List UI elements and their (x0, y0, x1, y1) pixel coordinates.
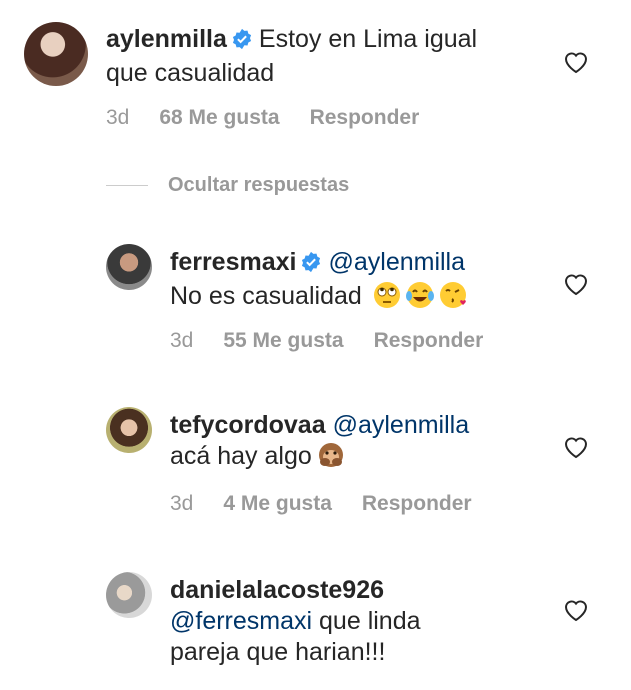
avatar[interactable] (106, 407, 152, 453)
comment-body: ferresmaxi @aylenmilla No es casualidad (170, 247, 469, 317)
comment-text-line1: Estoy en Lima igual (258, 25, 478, 53)
comment-body: aylenmilla Estoy en Lima igual que casual… (106, 24, 477, 89)
tears-of-joy-icon (405, 281, 435, 317)
hide-replies-label: Ocultar respuestas (168, 174, 350, 196)
verified-badge-icon (231, 27, 253, 58)
comment-meta: 3d 55 Me gusta Responder (170, 329, 483, 353)
verified-badge-icon (300, 250, 322, 281)
heart-icon[interactable] (563, 598, 589, 622)
username[interactable]: tefycordovaa (170, 411, 326, 439)
comment-text: No es casualidad (170, 282, 362, 310)
timestamp: 3d (170, 492, 194, 515)
speak-no-evil-monkey-icon (316, 441, 346, 477)
heart-icon[interactable] (563, 272, 589, 296)
username[interactable]: aylenmilla (106, 25, 227, 53)
heart-icon[interactable] (563, 50, 589, 74)
timestamp: 3d (106, 106, 130, 129)
reply-button[interactable]: Responder (310, 106, 420, 130)
mention-link[interactable]: @aylenmilla (333, 411, 470, 439)
comment-text: acá hay algo (170, 442, 312, 470)
comment-body: tefycordovaa @aylenmilla acá hay algo (170, 410, 469, 477)
avatar[interactable] (106, 244, 152, 290)
mention-link[interactable]: @aylenmilla (328, 248, 465, 276)
face-blowing-kiss-icon (439, 281, 469, 317)
avatar[interactable] (106, 572, 152, 618)
avatar[interactable] (24, 22, 88, 86)
hide-replies-button[interactable]: Ocultar respuestas (106, 174, 349, 197)
reply-button[interactable]: Responder (362, 492, 472, 516)
likes-count[interactable]: 68 Me gusta (159, 106, 279, 130)
mention-link[interactable]: @ferresmaxi (170, 607, 312, 635)
comment-text-line1: que linda (319, 607, 421, 635)
comment-meta: 3d 68 Me gusta Responder (106, 106, 419, 130)
username[interactable]: danielalacoste926 (170, 576, 384, 604)
comment-body: danielalacoste926 @ferresmaxi que linda … (170, 575, 421, 668)
likes-count[interactable]: 55 Me gusta (223, 329, 343, 353)
timestamp: 3d (170, 329, 194, 352)
heart-icon[interactable] (563, 435, 589, 459)
username[interactable]: ferresmaxi (170, 248, 296, 276)
face-rolling-eyes-icon (373, 281, 401, 317)
likes-count[interactable]: 4 Me gusta (223, 492, 332, 516)
divider-line (106, 185, 148, 186)
comment-text-line2: que casualidad (106, 59, 275, 87)
comment-meta: 3d 4 Me gusta Responder (170, 492, 472, 516)
reply-button[interactable]: Responder (374, 329, 484, 353)
comment-text-line2: pareja que harian!!! (170, 638, 386, 666)
